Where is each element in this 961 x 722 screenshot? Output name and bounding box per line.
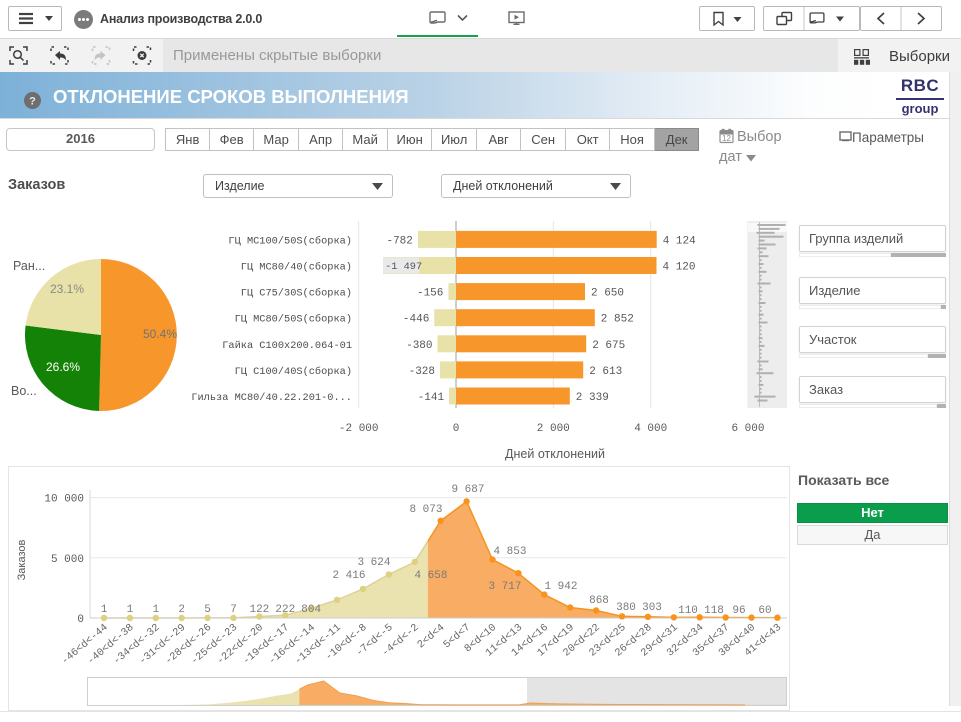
- svg-text:380: 380: [616, 602, 636, 614]
- svg-text:50.4%: 50.4%: [143, 327, 177, 341]
- svg-text:-31<d<-29: -31<d<-29: [137, 622, 188, 668]
- svg-text:17<d<19: 17<d<19: [535, 622, 577, 660]
- svg-text:96: 96: [732, 605, 745, 617]
- svg-text:4 000: 4 000: [634, 423, 667, 435]
- svg-text:118: 118: [704, 605, 724, 617]
- svg-text:1: 1: [127, 604, 134, 616]
- svg-text:-16<d<-14: -16<d<-14: [267, 622, 318, 668]
- svg-text:20<d<22: 20<d<22: [561, 622, 603, 660]
- svg-text:8 073: 8 073: [409, 504, 442, 516]
- svg-text:5: 5: [204, 604, 211, 616]
- svg-text:Дней отклонений: Дней отклонений: [505, 447, 605, 461]
- svg-text:38<d<40: 38<d<40: [717, 622, 759, 660]
- svg-text:303: 303: [642, 602, 662, 614]
- svg-text:23<d<25: 23<d<25: [587, 622, 629, 660]
- svg-text:ГЦ С100/40S(сборка): ГЦ С100/40S(сборка): [235, 365, 352, 378]
- svg-text:868: 868: [589, 595, 609, 607]
- svg-text:14<d<16: 14<d<16: [509, 622, 551, 660]
- svg-text:-380: -380: [406, 340, 432, 352]
- svg-text:4 658: 4 658: [414, 570, 447, 582]
- svg-text:5 000: 5 000: [51, 554, 84, 566]
- svg-text:5<d<7: 5<d<7: [441, 622, 473, 651]
- svg-text:-46<d<-44: -46<d<-44: [59, 622, 110, 668]
- svg-text:32<d<34: 32<d<34: [665, 622, 707, 660]
- svg-text:2 339: 2 339: [576, 392, 609, 404]
- svg-text:-28<d<-26: -28<d<-26: [163, 622, 214, 668]
- svg-text:60: 60: [758, 605, 771, 617]
- svg-text:-10<d<-8: -10<d<-8: [323, 622, 369, 664]
- svg-text:-156: -156: [417, 288, 443, 300]
- svg-text:41<d<43: 41<d<43: [742, 622, 784, 660]
- svg-text:23.1%: 23.1%: [50, 282, 84, 296]
- svg-text:ГЦ МС80/40(сборка): ГЦ МС80/40(сборка): [241, 261, 352, 274]
- svg-text:0: 0: [77, 614, 84, 626]
- svg-text:-2 000: -2 000: [339, 423, 379, 435]
- svg-text:-19<d<-17: -19<d<-17: [241, 622, 292, 668]
- svg-text:Заказов: Заказов: [16, 540, 28, 581]
- svg-text:12: 12: [722, 134, 731, 143]
- svg-text:3 717: 3 717: [488, 581, 521, 593]
- svg-text:3 624: 3 624: [357, 557, 390, 569]
- svg-text:8<d<10: 8<d<10: [462, 622, 499, 655]
- svg-text:Во...: Во...: [11, 384, 37, 398]
- svg-text:222: 222: [275, 604, 295, 616]
- svg-text:-782: -782: [386, 235, 412, 247]
- svg-text:ГЦ МС100/50S(сборка): ГЦ МС100/50S(сборка): [228, 234, 352, 247]
- svg-text:9 687: 9 687: [451, 484, 484, 496]
- svg-text:7: 7: [230, 604, 237, 616]
- svg-text:2: 2: [178, 604, 185, 616]
- svg-text:29<d<31: 29<d<31: [639, 622, 681, 660]
- svg-text:Гайка С100х200.064-01: Гайка С100х200.064-01: [222, 340, 352, 352]
- svg-text:804: 804: [301, 604, 321, 616]
- svg-text:-25<d<-23: -25<d<-23: [189, 622, 240, 668]
- svg-text:ГЦ С75/30S(сборка): ГЦ С75/30S(сборка): [241, 287, 352, 300]
- svg-text:6 000: 6 000: [731, 423, 764, 435]
- svg-text:4 124: 4 124: [663, 235, 696, 247]
- svg-text:26.6%: 26.6%: [46, 360, 80, 374]
- svg-text:110: 110: [678, 605, 698, 617]
- svg-text:4 120: 4 120: [663, 262, 696, 274]
- svg-text:2 416: 2 416: [332, 570, 365, 582]
- svg-text:2 852: 2 852: [601, 314, 634, 326]
- svg-text:-22<d<-20: -22<d<-20: [215, 622, 266, 668]
- svg-text:1: 1: [101, 604, 108, 616]
- svg-text:?: ?: [29, 96, 36, 108]
- svg-text:26<d<28: 26<d<28: [613, 622, 655, 660]
- svg-text:1: 1: [152, 604, 159, 616]
- svg-text:11<d<13: 11<d<13: [483, 622, 525, 660]
- svg-text:-1 497: -1 497: [385, 261, 422, 273]
- svg-text:35<d<37: 35<d<37: [691, 622, 733, 660]
- svg-text:122: 122: [249, 604, 269, 616]
- svg-text:2 675: 2 675: [592, 340, 625, 352]
- svg-text:-446: -446: [403, 314, 429, 326]
- svg-text:Ран...: Ран...: [13, 259, 45, 273]
- svg-text:-4<d<-2: -4<d<-2: [380, 622, 422, 660]
- svg-text:-13<d<-11: -13<d<-11: [293, 622, 344, 668]
- svg-text:-40<d<-38: -40<d<-38: [85, 622, 136, 668]
- svg-text:4 853: 4 853: [493, 546, 526, 558]
- svg-text:10 000: 10 000: [44, 494, 84, 506]
- svg-text:1 942: 1 942: [544, 581, 577, 593]
- svg-text:-34<d<-32: -34<d<-32: [111, 622, 162, 668]
- svg-text:-141: -141: [418, 392, 445, 404]
- svg-text:2 650: 2 650: [591, 288, 624, 300]
- svg-text:2 000: 2 000: [537, 423, 570, 435]
- svg-text:Гильза МС80/40.22.201-0...: Гильза МС80/40.22.201-0...: [191, 392, 352, 404]
- svg-text:-7<d<-5: -7<d<-5: [354, 622, 396, 660]
- svg-text:2<d<4: 2<d<4: [415, 622, 447, 651]
- svg-text:2 613: 2 613: [589, 366, 622, 378]
- svg-text:ГЦ МС80/50S(сборка): ГЦ МС80/50S(сборка): [235, 313, 352, 326]
- svg-text:-328: -328: [409, 366, 435, 378]
- svg-text:0: 0: [453, 423, 460, 435]
